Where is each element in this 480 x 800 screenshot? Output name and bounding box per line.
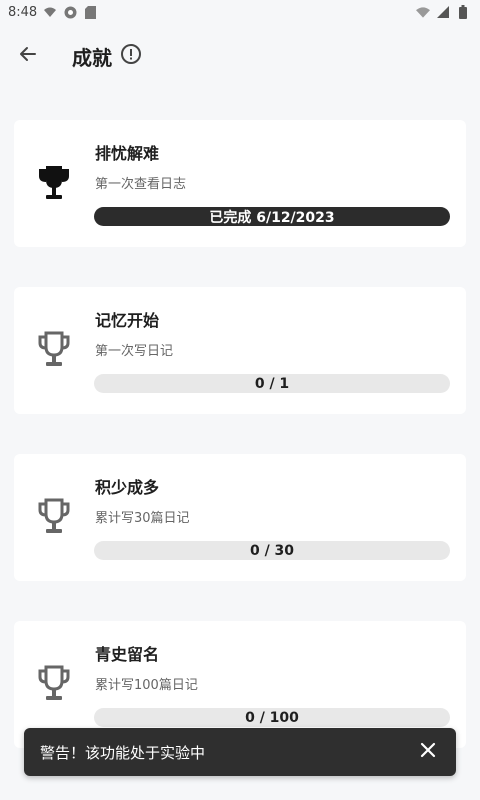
progress-label: 已完成 6/12/2023 bbox=[209, 209, 335, 226]
achievement-description: 第一次查看日志 bbox=[95, 177, 187, 192]
snackbar-message: 警告！该功能处于实验中 bbox=[40, 743, 206, 762]
close-icon bbox=[420, 742, 436, 762]
achievement-description: 累计写100篇日记 bbox=[95, 678, 198, 693]
trophy-icon bbox=[36, 164, 72, 202]
page-title: 成就 bbox=[72, 45, 112, 70]
trophy-outline-icon bbox=[36, 665, 72, 703]
achievement-title: 积少成多 bbox=[95, 478, 160, 497]
progress-label: 0 / 30 bbox=[249, 542, 295, 559]
info-button[interactable] bbox=[120, 43, 142, 69]
signal-icon bbox=[436, 5, 450, 19]
achievement-description: 累计写30篇日记 bbox=[95, 511, 190, 526]
wifi-calling-icon bbox=[43, 5, 57, 19]
achievement-progress: 0 / 1 bbox=[94, 374, 450, 393]
vpn-icon bbox=[63, 5, 77, 19]
sd-card-icon bbox=[83, 5, 97, 19]
achievement-progress: 0 / 100 bbox=[94, 708, 450, 727]
snackbar-close-button[interactable] bbox=[414, 738, 442, 766]
progress-label: 0 / 100 bbox=[245, 709, 299, 726]
achievement-progress: 0 / 30 bbox=[94, 541, 450, 560]
achievement-title: 记忆开始 bbox=[95, 311, 160, 330]
achievement-description: 第一次写日记 bbox=[95, 344, 174, 359]
achievement-card[interactable]: 积少成多 累计写30篇日记 0 / 30 bbox=[14, 454, 466, 581]
battery-icon bbox=[456, 5, 470, 19]
achievement-list: 排忧解难 第一次查看日志 已完成 6/12/2023 记忆开始 第一次写日记 0… bbox=[14, 120, 466, 788]
app-bar: 成就 bbox=[0, 24, 480, 88]
achievement-progress: 已完成 6/12/2023 bbox=[94, 207, 450, 226]
achievement-title: 排忧解难 bbox=[95, 144, 160, 163]
wifi-icon bbox=[416, 5, 430, 19]
achievement-card[interactable]: 排忧解难 第一次查看日志 已完成 6/12/2023 bbox=[14, 120, 466, 247]
trophy-outline-icon bbox=[36, 498, 72, 536]
warning-snackbar: 警告！该功能处于实验中 bbox=[24, 728, 456, 776]
progress-label: 0 / 1 bbox=[254, 375, 290, 392]
back-button[interactable] bbox=[0, 28, 56, 84]
status-time: 8:48 bbox=[8, 4, 38, 20]
status-bar: 8:48 bbox=[0, 0, 480, 24]
arrow-left-icon bbox=[18, 44, 38, 68]
info-circle-icon bbox=[120, 43, 142, 69]
achievement-title: 青史留名 bbox=[95, 645, 160, 664]
achievement-card[interactable]: 记忆开始 第一次写日记 0 / 1 bbox=[14, 287, 466, 414]
trophy-outline-icon bbox=[36, 331, 72, 369]
